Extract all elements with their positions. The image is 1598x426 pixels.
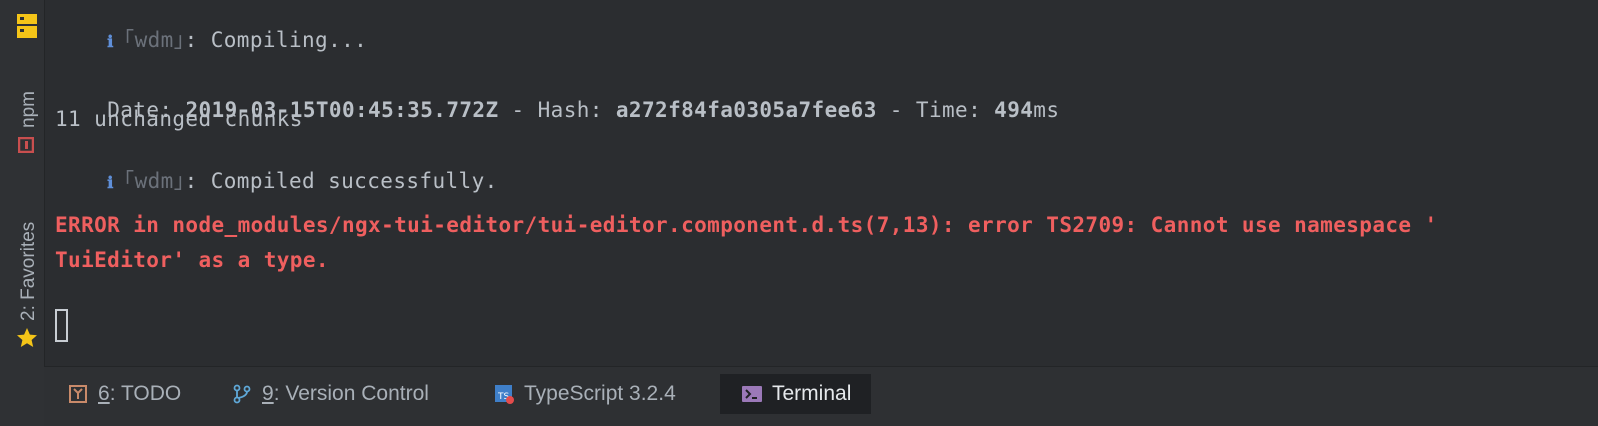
tab-terminal[interactable]: Terminal [720,374,872,414]
tab-todo[interactable]: 6: TODO [68,374,181,414]
bottom-tool-bar: 6: TODO 9: Version Control TS TypeScript… [44,366,1598,426]
terminal-cursor [55,309,68,342]
log-line-compiled: ℹ ｢wdm｣: Compiled successfully. [107,169,498,193]
typescript-icon: TS [495,385,514,404]
error-line-1: ERROR in node_modules/ngx-tui-editor/tui… [55,213,1438,237]
branch-icon [233,384,251,404]
tab-vcs-mnemonic: 9 [262,382,274,405]
npm-icon [18,137,34,153]
build-hash: a272f84fa0305a7fee63 [615,98,877,122]
favorites-label: 2: Favorites [18,221,39,321]
info-icon: ℹ [107,32,114,51]
tab-typescript-label: TypeScript 3.2.4 [524,382,676,405]
log-line-compiling: ℹ ｢wdm｣: Compiling... [107,28,368,52]
npm-label: npm [18,91,39,128]
tab-todo-label: : TODO [109,382,182,405]
left-tool-strip: npm 2: Favorites [0,0,45,426]
tab-terminal-label: Terminal [772,382,852,405]
structure-icon[interactable] [17,14,37,38]
tab-typescript[interactable]: TS TypeScript 3.2.4 [494,374,676,414]
error-line-2: TuiEditor' as a type. [55,248,329,272]
info-icon: ℹ [107,173,114,192]
terminal-output[interactable]: ℹ ｢wdm｣: Compiling... Date: 2019-03-15T00… [55,0,1598,366]
tab-version-control[interactable]: 9: Version Control [232,374,429,414]
terminal-icon [742,386,762,402]
tab-vcs-label: : Version Control [273,382,429,405]
build-time: 494 [994,98,1034,122]
todo-icon [69,385,87,403]
tab-todo-mnemonic: 6 [98,382,110,405]
log-line-chunks: 11 unchanged chunks [55,107,303,131]
star-icon [17,328,37,347]
